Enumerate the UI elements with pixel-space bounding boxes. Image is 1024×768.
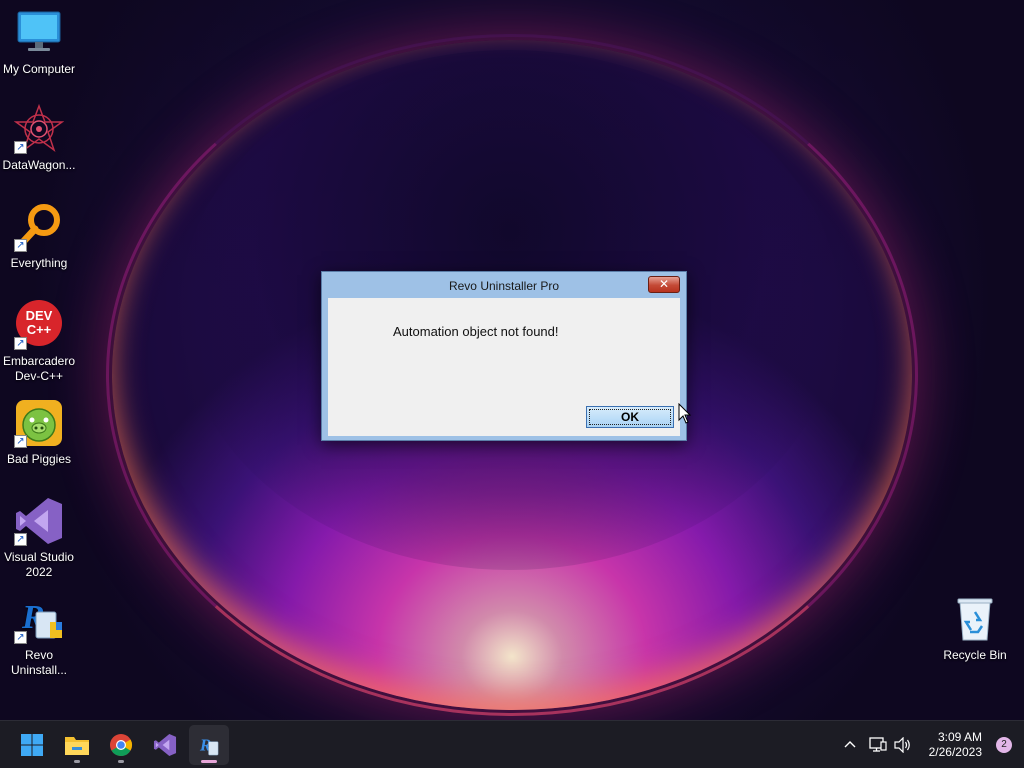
- devcpp-icon: DEV C++ ↗: [14, 300, 64, 350]
- desktop-icon-label: Embarcadero: [2, 354, 76, 368]
- desktop-icon-visual-studio[interactable]: ↗ Visual Studio 2022: [0, 496, 78, 580]
- desktop-icon-label: Uninstall...: [10, 663, 68, 677]
- tray-overflow-button[interactable]: [840, 721, 860, 768]
- monitor-icon: [14, 8, 64, 58]
- taskbar-revo-uninstaller[interactable]: R: [189, 725, 229, 765]
- magnifier-icon: ↗: [14, 202, 64, 252]
- dialog-title: Revo Uninstaller Pro: [448, 279, 560, 293]
- desktop-icon-label: Visual Studio: [4, 550, 74, 564]
- taskbar: R 3:09 AM 2/26/2023 2: [0, 720, 1024, 768]
- revo-dialog: Revo Uninstaller Pro ✕ Automation object…: [321, 271, 687, 441]
- desktop-icon-recycle-bin[interactable]: Recycle Bin: [936, 594, 1014, 663]
- file-explorer-icon: [65, 737, 89, 755]
- start-button[interactable]: [12, 725, 52, 765]
- shortcut-arrow-icon: ↗: [14, 435, 27, 448]
- mouse-cursor-icon: [678, 402, 692, 430]
- bad-piggies-icon: ↗: [14, 398, 64, 448]
- desktop-icon-label: Recycle Bin: [943, 648, 1007, 662]
- speaker-icon: [894, 737, 910, 753]
- shortcut-arrow-icon: ↗: [14, 533, 27, 546]
- dialog-message: Automation object not found!: [393, 324, 559, 339]
- shortcut-arrow-icon: ↗: [14, 337, 27, 350]
- desktop-icon-label: 2022: [25, 565, 53, 579]
- taskbar-file-explorer[interactable]: [57, 725, 97, 765]
- desktop-icon-label: Bad Piggies: [6, 452, 72, 466]
- visual-studio-icon: ↗: [14, 496, 64, 546]
- taskbar-running-indicator: [74, 760, 80, 763]
- notification-badge[interactable]: 2: [996, 737, 1012, 753]
- desktop-icon-my-computer[interactable]: My Computer: [0, 8, 78, 77]
- shortcut-arrow-icon: ↗: [14, 141, 27, 154]
- shortcut-arrow-icon: ↗: [14, 239, 27, 252]
- network-icon: [869, 737, 887, 752]
- taskbar-visual-studio[interactable]: [145, 725, 185, 765]
- desktop-icon-label: Dev-C++: [14, 369, 64, 383]
- desktop-icon-datawagon[interactable]: ↗ DataWagon...: [0, 103, 78, 173]
- datawagon-icon: ↗: [13, 103, 65, 154]
- dialog-titlebar[interactable]: Revo Uninstaller Pro ✕: [322, 272, 686, 298]
- close-button[interactable]: ✕: [648, 276, 680, 293]
- shortcut-arrow-icon: ↗: [14, 631, 27, 644]
- revo-uninstaller-icon: R ↗: [14, 594, 64, 644]
- chevron-up-icon: [844, 741, 856, 748]
- taskbar-active-indicator: [201, 760, 217, 763]
- revo-uninstaller-icon: R: [199, 735, 219, 756]
- dialog-body: Automation object not found! OK: [328, 298, 680, 436]
- desktop-icon-label: Everything: [10, 256, 68, 270]
- desktop-icon-label: My Computer: [2, 62, 76, 76]
- desktop-icon-everything[interactable]: ↗ Everything: [0, 202, 78, 271]
- ok-button[interactable]: OK: [586, 406, 674, 428]
- clock-date: 2/26/2023: [928, 745, 982, 759]
- taskbar-running-indicator: [118, 760, 124, 763]
- devcpp-icon-text: C++: [26, 322, 52, 337]
- devcpp-icon-text: DEV: [25, 308, 53, 323]
- taskbar-chrome[interactable]: [101, 725, 141, 765]
- desktop-icon-bad-piggies[interactable]: ↗ Bad Piggies: [0, 398, 78, 467]
- desktop-icon-label: DataWagon...: [2, 158, 76, 172]
- desktop-icon-revo[interactable]: R ↗ Revo Uninstall...: [0, 594, 78, 678]
- recycle-bin-icon: [950, 594, 1000, 644]
- visual-studio-icon: [153, 733, 177, 757]
- network-button[interactable]: [866, 721, 888, 768]
- chrome-icon: [110, 734, 132, 756]
- desktop-icon-label: Revo: [24, 648, 53, 662]
- clock[interactable]: 3:09 AM 2/26/2023: [929, 730, 982, 760]
- desktop-icon-devcpp[interactable]: DEV C++ ↗ Embarcadero Dev-C++: [0, 300, 78, 384]
- start-icon: [21, 734, 43, 756]
- volume-button[interactable]: [892, 721, 914, 768]
- clock-time: 3:09 AM: [937, 730, 982, 744]
